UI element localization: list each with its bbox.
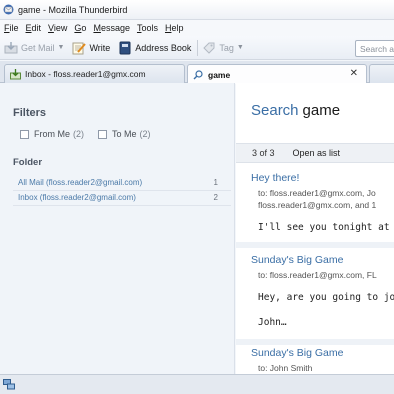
- menu-go[interactable]: Go: [74, 23, 86, 33]
- tab-overflow[interactable]: [369, 64, 394, 83]
- message-subject[interactable]: Sunday's Big Game: [251, 347, 343, 359]
- toolbar-separator: [197, 39, 199, 56]
- global-search-input[interactable]: Search al: [355, 40, 394, 57]
- message-snippet-cont: John…: [258, 317, 287, 328]
- faceted-search-sidebar: Filters From Me (2) To Me (2) Folder All…: [0, 83, 235, 374]
- tag-dropdown-icon[interactable]: ▼: [237, 44, 244, 51]
- title-bar: game - Mozilla Thunderbird: [0, 0, 394, 20]
- tag-icon: [203, 42, 215, 54]
- tab-search-game[interactable]: game ✕: [187, 64, 367, 84]
- write-icon: [72, 42, 87, 54]
- search-icon: [193, 69, 203, 79]
- main-toolbar: Get Mail ▼ Write Address Book Tag ▼: [0, 36, 394, 60]
- write-button[interactable]: Write: [72, 39, 110, 57]
- filters-heading: Filters: [13, 107, 47, 119]
- results-title: Search game: [251, 102, 341, 119]
- message-snippet: I'll see you tonight at: [258, 222, 390, 233]
- results-count-bar: 3 of 3 Open as list: [236, 143, 394, 163]
- menu-file[interactable]: File: [4, 23, 19, 33]
- result-separator: [236, 242, 394, 248]
- search-results-pane: Search game 3 of 3 Open as list Hey there…: [236, 83, 394, 374]
- message-recipients: to: floss.reader1@gmx.com, Jo: [258, 188, 376, 198]
- open-as-list-button[interactable]: Open as list: [293, 148, 341, 158]
- tab-inbox[interactable]: Inbox - floss.reader1@gmx.com: [4, 64, 185, 83]
- menu-edit[interactable]: Edit: [26, 23, 42, 33]
- close-tab-icon[interactable]: ✕: [350, 68, 358, 79]
- tag-button[interactable]: Tag ▼: [202, 39, 244, 57]
- tab-bar: Inbox - floss.reader1@gmx.com game ✕: [0, 61, 394, 84]
- message-recipients: to: John Smith: [258, 363, 313, 373]
- message-subject[interactable]: Hey there!: [251, 172, 299, 184]
- window-title: game - Mozilla Thunderbird: [18, 4, 128, 15]
- online-status-icon[interactable]: [3, 379, 15, 390]
- inbox-icon: [10, 68, 21, 79]
- get-mail-dropdown-icon[interactable]: ▼: [58, 44, 65, 51]
- results-count: 3 of 3: [252, 148, 275, 158]
- menu-view[interactable]: View: [48, 23, 67, 33]
- message-snippet: Hey, are you going to jo: [258, 292, 394, 303]
- folder-item-all-mail[interactable]: All Mail (floss.reader2@gmail.com) 1: [13, 176, 231, 191]
- message-recipients-cont: floss.reader1@gmx.com, and 1: [258, 200, 377, 210]
- get-mail-button[interactable]: Get Mail ▼: [4, 39, 64, 57]
- get-mail-icon: [4, 41, 18, 53]
- result-separator: [236, 339, 394, 345]
- address-book-icon: [119, 41, 131, 54]
- filter-to-me[interactable]: To Me (2): [98, 129, 151, 139]
- to-me-checkbox[interactable]: [98, 129, 107, 139]
- thunderbird-app-icon: [3, 4, 14, 15]
- status-bar: [0, 374, 394, 394]
- folder-heading: Folder: [13, 157, 43, 168]
- menu-bar: File Edit View Go Message Tools Help: [0, 20, 394, 36]
- menu-help[interactable]: Help: [165, 23, 184, 33]
- address-book-button[interactable]: Address Book: [118, 39, 191, 57]
- message-subject[interactable]: Sunday's Big Game: [251, 254, 343, 266]
- menu-tools[interactable]: Tools: [137, 23, 158, 33]
- menu-message[interactable]: Message: [93, 23, 130, 33]
- folder-item-inbox[interactable]: Inbox (floss.reader2@gmail.com) 2: [13, 191, 231, 206]
- from-me-checkbox[interactable]: [20, 129, 29, 139]
- message-recipients: to: floss.reader1@gmx.com, FL: [258, 270, 377, 280]
- filter-from-me[interactable]: From Me (2): [20, 129, 84, 139]
